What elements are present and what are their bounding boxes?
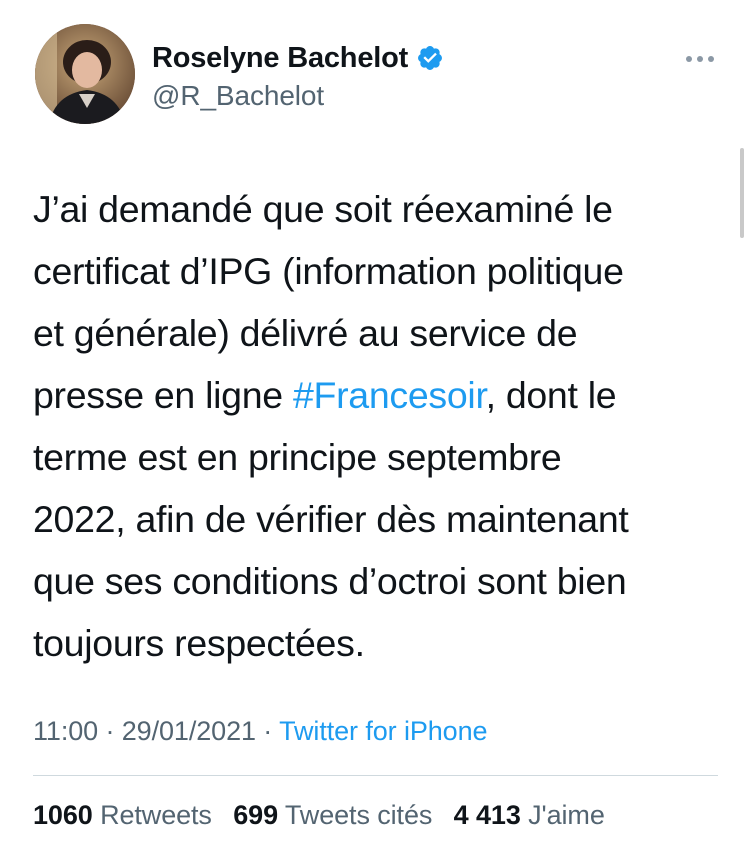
likes-label: J'aime [528,800,605,830]
likes-count: 4 413 [453,800,521,830]
separator: · [98,716,122,746]
tweet-stats: 1060 Retweets 699 Tweets cités 4 413 J'a… [33,800,619,831]
quotes-count: 699 [233,800,278,830]
retweets-label: Retweets [100,800,212,830]
tweet-meta: 11:00 · 29/01/2021 · Twitter for iPhone [33,716,488,747]
tweet-time[interactable]: 11:00 [33,716,98,746]
dot [686,56,692,62]
display-name[interactable]: Roselyne Bachelot [152,42,408,75]
quotes-stat[interactable]: 699 Tweets cités [233,800,432,830]
tweet-line: terme est en principe septembre [33,436,562,478]
dot [708,56,714,62]
display-name-row: Roselyne Bachelot [152,40,444,76]
tweet-line: certificat d’IPG (information politique [33,250,624,292]
tweet-line: que ses conditions d’octroi sont bien [33,560,627,602]
retweets-stat[interactable]: 1060 Retweets [33,800,212,830]
avatar[interactable] [35,24,135,124]
tweet-card: Roselyne Bachelot @R_Bachelot J’ai deman… [0,0,750,845]
tweet-line: toujours respectées. [33,622,365,664]
tweet-date[interactable]: 29/01/2021 [122,716,256,746]
more-options-icon[interactable] [686,54,718,64]
tweet-line: et générale) délivré au service de [33,312,578,354]
quotes-label: Tweets cités [284,800,433,830]
likes-stat[interactable]: 4 413 J'aime [454,800,605,830]
tweet-text-segment: , dont le [485,374,617,416]
profile-photo-icon [35,24,135,124]
handle[interactable]: @R_Bachelot [152,80,444,112]
retweets-count: 1060 [33,800,93,830]
tweet-line: 2022, afin de vérifier dès maintenant [33,498,629,540]
tweet-source-link[interactable]: Twitter for iPhone [279,716,487,746]
separator: · [255,716,280,746]
tweet-line: J’ai demandé que soit réexaminé le [33,188,613,230]
dot [697,56,703,62]
divider [33,775,718,776]
verified-badge-icon [416,44,444,72]
hashtag-link[interactable]: #Francesoir [293,374,486,416]
tweet-text: J’ai demandé que soit réexaminé le certi… [33,178,723,674]
tweet-line: presse en ligne #Francesoir, dont le [33,364,723,426]
author-block: Roselyne Bachelot @R_Bachelot [152,40,444,112]
scrollbar[interactable] [740,148,744,238]
tweet-text-segment: presse en ligne [33,374,293,416]
